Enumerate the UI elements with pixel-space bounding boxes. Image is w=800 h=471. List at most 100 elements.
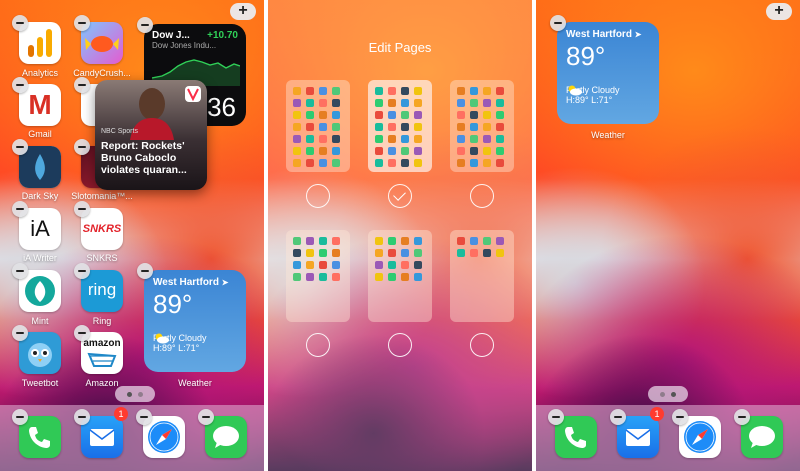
mini-app-icon	[375, 147, 383, 155]
page-1-toggle[interactable]	[306, 184, 330, 208]
mini-app-icon	[306, 261, 314, 269]
weather-temperature: 89°	[566, 41, 606, 71]
page-2-toggle-checked[interactable]	[388, 184, 412, 208]
page-5-toggle[interactable]	[388, 333, 412, 357]
delete-weather-widget-button[interactable]	[550, 15, 566, 31]
stock-name: Dow Jones Indu...	[152, 41, 217, 50]
news-source: NBC Sports	[101, 128, 138, 135]
page-4-toggle[interactable]	[306, 333, 330, 357]
mini-app-icon	[293, 249, 301, 257]
delete-candy-crush-button[interactable]	[74, 15, 90, 31]
page-dots[interactable]	[115, 386, 155, 402]
delete-tweetbot-button[interactable]	[12, 325, 28, 341]
delete-amazon-button[interactable]	[74, 325, 90, 341]
page-6-toggle[interactable]	[470, 333, 494, 357]
mini-app-icon	[401, 99, 409, 107]
mini-app-icon	[293, 261, 301, 269]
mini-app-icon	[388, 147, 396, 155]
mini-app-icon	[375, 111, 383, 119]
mini-app-icon	[388, 237, 396, 245]
mini-app-icon	[401, 135, 409, 143]
delete-slotomania-button[interactable]	[74, 139, 90, 155]
news-app-icon	[185, 86, 201, 102]
weather-high-low: H:89° L:71°	[153, 343, 200, 353]
mini-app-icon	[293, 273, 301, 281]
delete-mail-button[interactable]	[74, 409, 90, 425]
delete-safari-button[interactable]	[672, 409, 688, 425]
delete-mail-button[interactable]	[610, 409, 626, 425]
delete-gmail-button[interactable]	[12, 77, 28, 93]
mini-app-icon	[375, 249, 383, 257]
delete-dark-sky-button[interactable]	[12, 139, 28, 155]
mini-app-icon	[332, 261, 340, 269]
page-thumbnail-2[interactable]	[368, 80, 432, 172]
mini-app-icon	[306, 273, 314, 281]
news-widget[interactable]: NBC Sports Report: Rockets' Bruno Cabocl…	[95, 80, 207, 190]
mini-app-icon	[470, 135, 478, 143]
mini-app-icon	[470, 123, 478, 131]
home-screen-edit-panel: + Analytics M Gmail Dark Sky iA iA Write…	[0, 0, 264, 471]
mini-app-icon	[306, 123, 314, 131]
mini-app-icon	[414, 237, 422, 245]
mini-app-icon	[401, 261, 409, 269]
mini-app-icon	[332, 159, 340, 167]
mini-app-icon	[401, 123, 409, 131]
delete-stocks-widget-button[interactable]	[137, 17, 153, 33]
page-thumbnail-3[interactable]	[450, 80, 514, 172]
mini-app-icon	[375, 123, 383, 131]
page-thumbnail-6[interactable]	[450, 230, 514, 322]
mini-app-icon	[457, 249, 465, 257]
location-arrow-icon: ➤	[221, 278, 229, 287]
mini-app-icon	[319, 99, 327, 107]
mini-app-icon	[332, 87, 340, 95]
delete-mint-button[interactable]	[12, 263, 28, 279]
weather-widget-label: Weather	[591, 130, 625, 140]
delete-analytics-button[interactable]	[12, 15, 28, 31]
delete-weather-widget-button[interactable]	[137, 263, 153, 279]
page-3-toggle[interactable]	[470, 184, 494, 208]
mini-app-icon	[375, 237, 383, 245]
add-widget-button[interactable]: +	[766, 3, 792, 20]
delete-ring-button[interactable]	[74, 263, 90, 279]
mini-app-icon	[401, 249, 409, 257]
mini-app-icon	[483, 249, 491, 257]
delete-messages-button[interactable]	[198, 409, 214, 425]
page-thumbnail-4[interactable]	[286, 230, 350, 322]
weather-widget[interactable]: West Hartford ➤ 89° Partly Cloudy H:89° …	[144, 270, 246, 372]
delete-messages-button[interactable]	[734, 409, 750, 425]
mini-app-icon	[319, 249, 327, 257]
add-widget-button[interactable]: +	[230, 3, 256, 20]
weather-widget[interactable]: West Hartford ➤ 89° Partly Cloudy H:89° …	[557, 22, 659, 124]
mini-app-icon	[414, 123, 422, 131]
mini-app-icon	[293, 237, 301, 245]
edit-pages-title: Edit Pages	[368, 40, 432, 55]
mini-app-icon	[332, 123, 340, 131]
mini-app-icon	[496, 147, 504, 155]
mini-app-icon	[414, 273, 422, 281]
delete-ia-writer-button[interactable]	[12, 201, 28, 217]
weather-temperature: 89°	[153, 289, 193, 319]
page-thumbnail-1[interactable]	[286, 80, 350, 172]
mini-app-icon	[388, 249, 396, 257]
mini-app-icon	[470, 147, 478, 155]
page-thumbnail-5[interactable]	[368, 230, 432, 322]
mini-app-icon	[293, 87, 301, 95]
mini-app-icon	[293, 159, 301, 167]
delete-phone-button[interactable]	[12, 409, 28, 425]
mini-app-icon	[388, 99, 396, 107]
mini-app-icon	[496, 123, 504, 131]
mini-app-icon	[457, 87, 465, 95]
mini-app-icon	[457, 159, 465, 167]
partly-cloudy-icon	[155, 333, 169, 344]
mini-app-icon	[306, 237, 314, 245]
weather-high-low: H:89° L:71°	[566, 95, 613, 105]
tweetbot-label: Tweetbot	[21, 378, 59, 388]
delete-snkrs-button[interactable]	[74, 201, 90, 217]
mini-app-icon	[414, 99, 422, 107]
mini-app-icon	[388, 87, 396, 95]
delete-safari-button[interactable]	[136, 409, 152, 425]
delete-phone-button[interactable]	[548, 409, 564, 425]
page-dots[interactable]	[648, 386, 688, 402]
mini-app-icon	[388, 123, 396, 131]
delete-hidden-app-button[interactable]	[74, 77, 90, 93]
